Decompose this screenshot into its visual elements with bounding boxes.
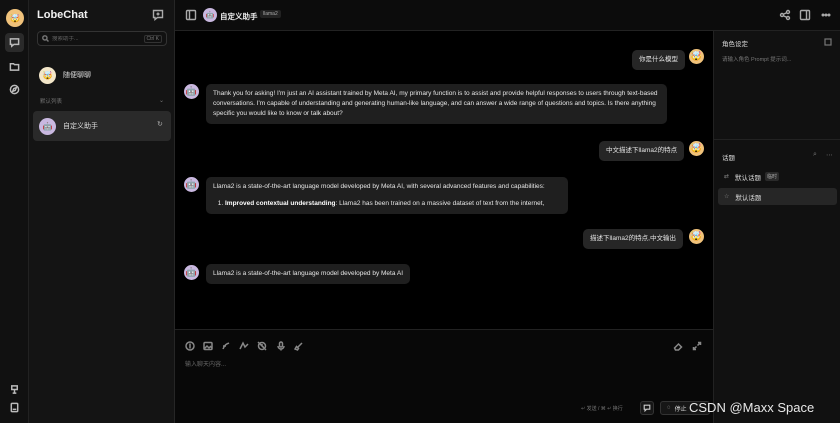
chat-list: 你是什么模型 🤯 🤖 Thank you for asking! I'm jus… bbox=[175, 31, 713, 329]
divider bbox=[714, 139, 840, 140]
watermark: CSDN @Maxx Space bbox=[689, 400, 815, 415]
role-setting-title: 角色设定 bbox=[722, 41, 748, 48]
broom-icon bbox=[293, 342, 303, 351]
assistant-message: Llama2 is a state-of-the-art language mo… bbox=[206, 177, 568, 214]
icon-rail: 🤯 bbox=[0, 0, 29, 423]
stop-icon: ◌ bbox=[667, 405, 671, 411]
topic-search-icon[interactable]: ⌕ bbox=[813, 151, 817, 159]
clear-button[interactable] bbox=[293, 341, 304, 351]
topic-badge: 临时 bbox=[765, 172, 780, 181]
share-button[interactable] bbox=[779, 9, 791, 21]
chat-input[interactable] bbox=[185, 358, 665, 372]
random-chat-item[interactable]: 🤯 随便聊聊 bbox=[33, 65, 171, 85]
search-input[interactable] bbox=[52, 35, 144, 42]
model-tag[interactable]: llama2 bbox=[260, 10, 281, 18]
model-icon bbox=[185, 341, 195, 351]
assistant-message-text: Llama2 is a state-of-the-art language mo… bbox=[213, 183, 545, 190]
topic-item[interactable]: ⇄ 默认话题 临时 bbox=[718, 168, 837, 185]
assistant-message: Llama2 is a state-of-the-art language mo… bbox=[206, 264, 411, 284]
share-icon bbox=[779, 9, 791, 21]
history-icon bbox=[257, 341, 267, 351]
user-message: 中文描述下llama2的特点 bbox=[599, 141, 685, 161]
user-message: 你是什么模型 bbox=[632, 50, 685, 70]
user-avatar: 🤯 bbox=[689, 141, 704, 156]
model-switch-button[interactable] bbox=[185, 341, 195, 351]
stop-label: 停止 bbox=[674, 406, 687, 413]
chat-header: 🤖 自定义助手 llama2 bbox=[175, 0, 840, 31]
role-prompt-placeholder[interactable]: 请输入角色 Prompt 提示词... bbox=[722, 55, 791, 63]
voice-input-button[interactable] bbox=[276, 341, 286, 351]
docs-nav-icon[interactable] bbox=[5, 398, 24, 417]
session-item-custom-assistant[interactable]: 🤖 自定义助手 ↻ bbox=[33, 111, 171, 141]
temperature-icon bbox=[222, 342, 230, 350]
assistant-avatar: 🤖 bbox=[184, 265, 199, 280]
session-sidebar: LobeChat Ctrl K 🤯 随便聊聊 默认列表 ⌄ 🤖 自定义助手 ↻ bbox=[29, 0, 175, 423]
header-avatar: 🤖 bbox=[203, 8, 217, 22]
list-item: Improved contextual understanding: Llama… bbox=[225, 199, 561, 209]
star-icon: ☆ bbox=[724, 194, 730, 200]
expand-button[interactable] bbox=[692, 341, 702, 351]
discover-nav-icon[interactable] bbox=[5, 80, 24, 99]
chat-nav-icon[interactable] bbox=[5, 33, 24, 52]
files-nav-icon[interactable] bbox=[5, 57, 24, 76]
list-item-text: : Llama2 has been trained on a massive d… bbox=[335, 200, 545, 207]
session-search[interactable]: Ctrl K bbox=[37, 31, 167, 46]
edit-icon bbox=[824, 38, 832, 46]
new-chat-button[interactable] bbox=[152, 9, 164, 21]
topic-label: 默认话题 bbox=[735, 174, 762, 182]
user-avatar[interactable]: 🤯 bbox=[6, 9, 24, 27]
toggle-sidebar-button[interactable] bbox=[185, 9, 197, 21]
assistant-avatar: 🤖 bbox=[39, 117, 56, 135]
side-panel: 角色设定 请输入角色 Prompt 提示词... 话题 ⌕ ⋯ ⇄ 默认话题 临… bbox=[713, 31, 840, 423]
sidebar-icon bbox=[185, 9, 197, 21]
microphone-icon bbox=[277, 341, 285, 351]
search-shortcut: Ctrl K bbox=[143, 34, 162, 43]
upload-image-button[interactable] bbox=[203, 341, 213, 351]
assistant-message-list: Improved contextual understanding: Llama… bbox=[213, 199, 561, 209]
send-hint: ↵ 发送 / ⌘ ↵ 换行 bbox=[581, 406, 623, 412]
topics-title: 话题 bbox=[722, 155, 735, 162]
temperature-button[interactable] bbox=[221, 341, 231, 351]
random-chat-avatar: 🤯 bbox=[39, 66, 56, 84]
eraser-button[interactable] bbox=[673, 341, 683, 351]
user-message: 描述下llama2的特点,中文输出 bbox=[583, 229, 683, 249]
chat-title: 自定义助手 bbox=[220, 12, 258, 21]
history-button[interactable] bbox=[257, 341, 267, 351]
topic-icon: ⇄ bbox=[724, 174, 730, 180]
message-icon bbox=[643, 404, 651, 412]
token-icon bbox=[239, 341, 249, 350]
toggle-panel-button[interactable] bbox=[799, 9, 811, 21]
new-chat-icon bbox=[152, 9, 164, 21]
user-avatar: 🤯 bbox=[689, 49, 704, 64]
assistant-avatar: 🤖 bbox=[184, 84, 199, 99]
topic-item[interactable]: ☆ 默认话题 bbox=[718, 188, 837, 205]
random-chat-label: 随便聊聊 bbox=[63, 72, 91, 79]
topic-label: 默认话题 bbox=[735, 194, 762, 202]
send-options-button[interactable] bbox=[640, 401, 654, 415]
feedback-nav-icon[interactable] bbox=[5, 380, 24, 399]
token-counter-button[interactable] bbox=[239, 341, 249, 351]
assistant-avatar: 🤖 bbox=[184, 177, 199, 192]
image-icon bbox=[203, 341, 213, 351]
expand-icon bbox=[692, 341, 702, 351]
group-title: 默认列表 bbox=[40, 99, 63, 105]
user-avatar: 🤯 bbox=[689, 229, 704, 244]
edit-role-button[interactable] bbox=[824, 38, 832, 46]
chat-composer: ↵ 发送 / ⌘ ↵ 换行 ◌ 停止 bbox=[175, 329, 713, 423]
app-logo: LobeChat bbox=[37, 9, 88, 21]
assistant-message: Thank you for asking! I'm just an AI ass… bbox=[206, 84, 667, 124]
more-icon bbox=[821, 13, 831, 17]
search-icon bbox=[42, 35, 49, 42]
topic-more-icon[interactable]: ⋯ bbox=[826, 151, 833, 159]
list-item-bold: Improved contextual understanding bbox=[225, 200, 336, 207]
loading-icon: ↻ bbox=[157, 121, 163, 128]
chevron-down-icon[interactable]: ⌄ bbox=[159, 97, 164, 104]
settings-button[interactable] bbox=[820, 9, 832, 21]
panel-icon bbox=[799, 9, 811, 21]
session-label: 自定义助手 bbox=[63, 123, 98, 130]
eraser-icon bbox=[673, 342, 683, 351]
